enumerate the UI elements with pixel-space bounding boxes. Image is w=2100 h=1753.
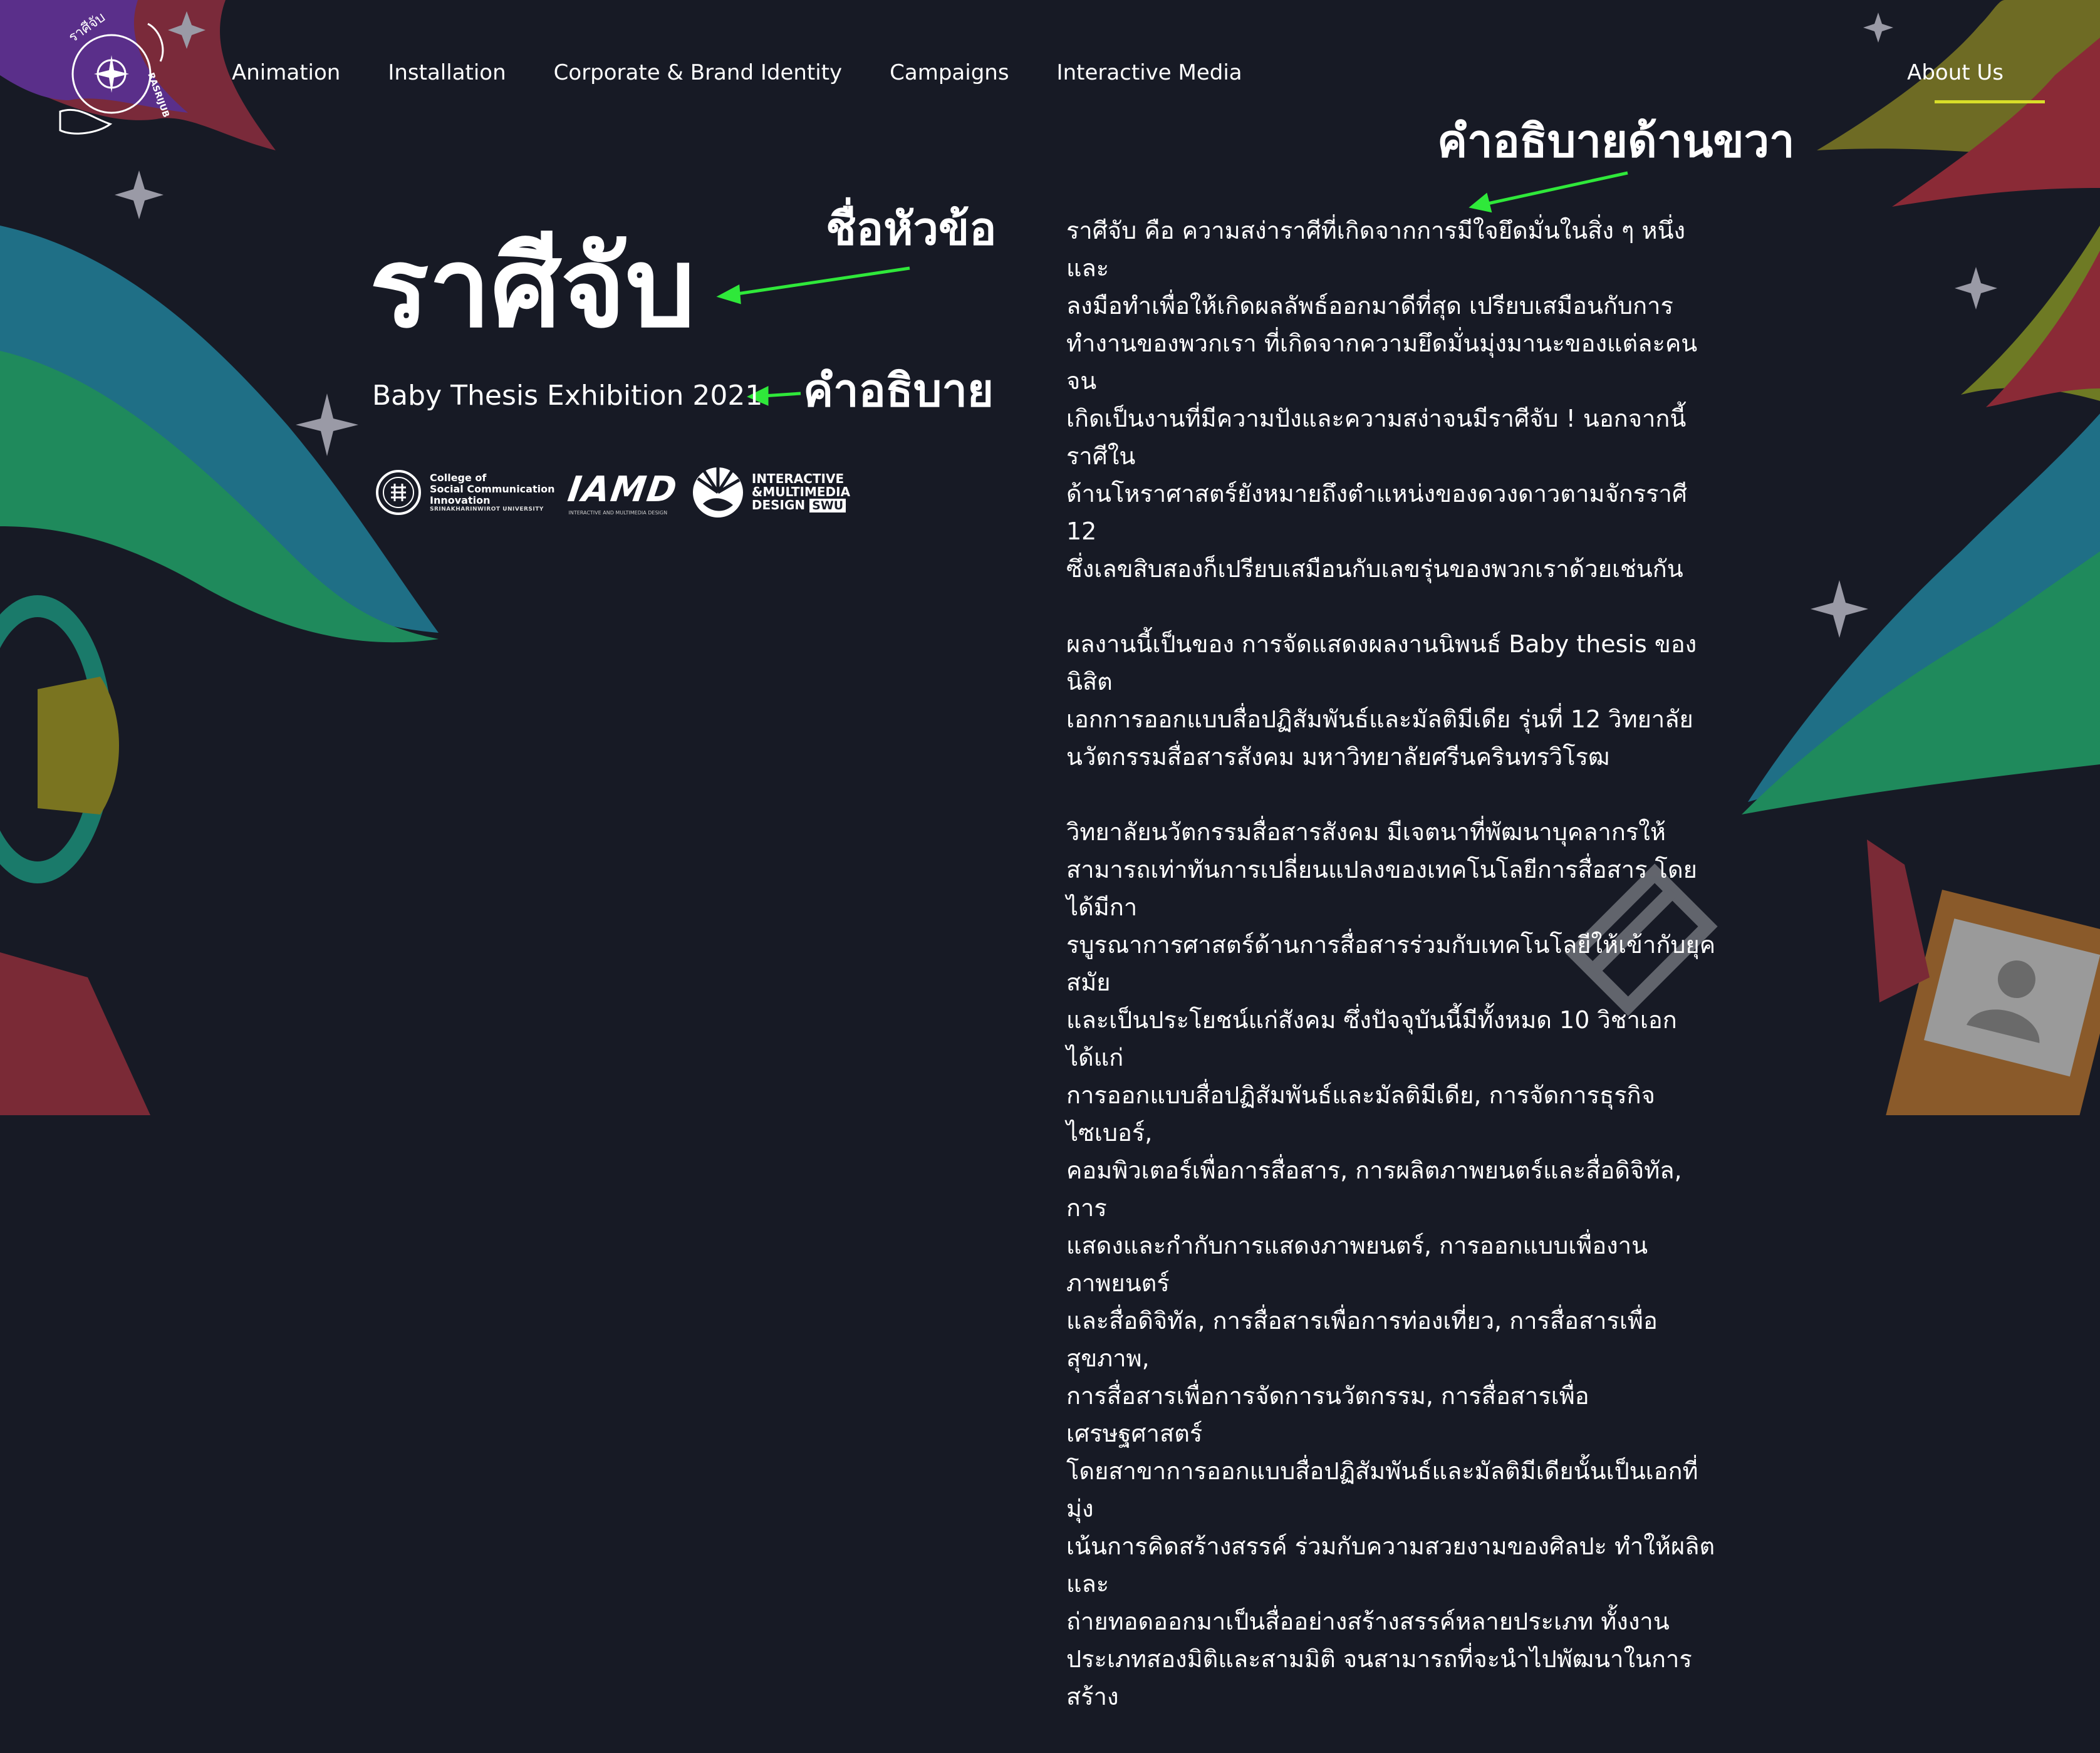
nav-item-animation[interactable]: Animation — [232, 56, 340, 89]
imd-emblem-icon — [692, 467, 743, 518]
text-line: ทำงานของพวกเรา ที่เกิดจากความยึดมั่นมุ่ง… — [1066, 330, 1698, 395]
text-line: ถ่ายทอดออกมาเป็นสื่ออย่างสร้างสรรค์หลายป… — [1066, 1608, 1670, 1635]
page-subtitle: Baby Thesis Exhibition 2021 — [372, 380, 763, 412]
text-line: เน้นการคิดสร้างสรรค์ ร่วมกับความสวยงามขอ… — [1066, 1532, 1715, 1598]
imd-swu-logo: INTERACTIVE &MULTIMEDIA DESIGN SWU — [692, 466, 850, 519]
imd-line1: INTERACTIVE — [751, 471, 845, 486]
annotation-description: คำอธิบาย — [803, 364, 994, 417]
imd-line3: DESIGN SWU — [752, 499, 850, 512]
annotation-topic: ชื่อหัวข้อ — [826, 202, 997, 255]
nav-item-about-us[interactable]: About Us — [1907, 56, 2004, 89]
active-nav-underline — [1935, 100, 2045, 103]
text-line: แสดงและกำกับการแสดงภาพยนตร์, การออกแบบเพ… — [1066, 1232, 1648, 1297]
text-line: เกิดเป็นงานที่มีความปังและความสง่าจนมีรา… — [1066, 405, 1687, 470]
page-title: ราศีจับ — [370, 224, 695, 352]
site-logo[interactable]: ราศีจับ RASRIJUB — [54, 9, 173, 137]
imd-design: DESIGN — [751, 497, 806, 512]
main-nav: Animation Installation Corporate & Brand… — [232, 56, 1290, 89]
text-line: คอมพิวเตอร์เพื่อการสื่อสาร, การผลิตภาพยน… — [1066, 1157, 1682, 1222]
logo-text-top: ราศีจับ — [66, 11, 108, 46]
nav-item-corporate-brand-identity[interactable]: Corporate & Brand Identity — [554, 56, 842, 89]
text-line: โดยสาขาการออกแบบสื่อปฏิสัมพันธ์และมัลติม… — [1066, 1457, 1698, 1522]
partner-logos: College of Social Communication Innovati… — [375, 466, 850, 519]
description-paragraph-3: วิทยาลัยนวัตกรรมสื่อสารสังคม มีเจตนาที่พ… — [1066, 813, 1724, 1715]
nav-item-interactive-media[interactable]: Interactive Media — [1057, 56, 1242, 89]
college-logo: College of Social Communication Innovati… — [375, 469, 554, 516]
iamd-subtitle: INTERACTIVE AND MULTIMEDIA DESIGN — [568, 510, 668, 516]
college-emblem-icon — [376, 470, 421, 515]
text-line: และสื่อดิจิทัล, การสื่อสารเพื่อการท่องเท… — [1066, 1307, 1658, 1372]
text-line: วิทยาลัยนวัตกรรมสื่อสารสังคม มีเจตนาที่พ… — [1066, 818, 1666, 846]
text-line: ประเภทสองมิติและสามมิติ จนสามารถที่จะนำไ… — [1066, 1645, 1692, 1710]
nav-item-installation[interactable]: Installation — [388, 56, 506, 89]
iamd-wordmark: IAMD — [565, 469, 681, 510]
description-paragraph-1: ราศีจับ คือ ความสง่าราศีที่เกิดจากการมีใ… — [1066, 212, 1724, 588]
rasrijub-logo-icon: ราศีจับ RASRIJUB — [59, 9, 171, 135]
college-name-line2: Social Communication — [430, 483, 555, 495]
text-line: ราศีจับ คือ ความสง่าราศีที่เกิดจากการมีใ… — [1066, 217, 1686, 282]
annotation-right-description: คำอธิบายด้านขวา — [1437, 115, 1795, 167]
description-paragraph-2: ผลงานนี้เป็นของ การจัดแสดงผลงานนิพนธ์ Ba… — [1066, 625, 1724, 776]
college-name-line3: Innovation — [430, 494, 491, 506]
text-line: รบูรณาการศาสตร์ด้านการสื่อสารร่วมกับเทคโ… — [1066, 931, 1716, 996]
text-line: นวัตกรรมสื่อสารสังคม มหาวิทยาลัยศรีนคริน… — [1066, 743, 1610, 771]
text-line: สามารถเท่าทันการเปลี่ยนแปลงของเทคโนโลยีก… — [1066, 856, 1697, 921]
text-line: การออกแบบสื่อปฏิสัมพันธ์และมัลติมีเดีย, … — [1066, 1081, 1655, 1147]
text-line: ด้านโหราศาสตร์ยังหมายถึงตำแหน่งของดวงดาว… — [1066, 480, 1688, 545]
description-text: ราศีจับ คือ ความสง่าราศีที่เกิดจากการมีใ… — [1066, 212, 1724, 1753]
college-name-line1: College of — [430, 472, 487, 484]
nav-item-campaigns[interactable]: Campaigns — [890, 56, 1009, 89]
imd-swu-badge: SWU — [809, 499, 846, 512]
text-line: เอกการออกแบบสื่อปฏิสัมพันธ์และมัลติมีเดี… — [1066, 705, 1693, 733]
text-line: ลงมือทำเพื่อให้เกิดผลลัพธ์ออกมาดีที่สุด … — [1066, 292, 1673, 320]
text-line: การสื่อสารเพื่อการจัดการนวัตกรรม, การสื่… — [1066, 1382, 1589, 1447]
text-line: ซึ่งเลขสิบสองก็เปรียบเสมือนกับเลขรุ่นของ… — [1066, 555, 1683, 583]
text-line: ผลงานนี้เป็นของ การจัดแสดงผลงานนิพนธ์ Ba… — [1066, 630, 1697, 695]
iamd-logo: IAMD INTERACTIVE AND MULTIMEDIA DESIGN — [566, 469, 681, 516]
text-line: และเป็นประโยชน์แก่สังคม ซึ่งปัจจุบันนี้ม… — [1066, 1006, 1677, 1071]
imd-line2: &MULTIMEDIA — [751, 484, 851, 499]
college-university: SRINAKHARINWIROT UNIVERSITY — [430, 506, 544, 512]
logo-text-side: RASRIJUB — [145, 71, 171, 119]
